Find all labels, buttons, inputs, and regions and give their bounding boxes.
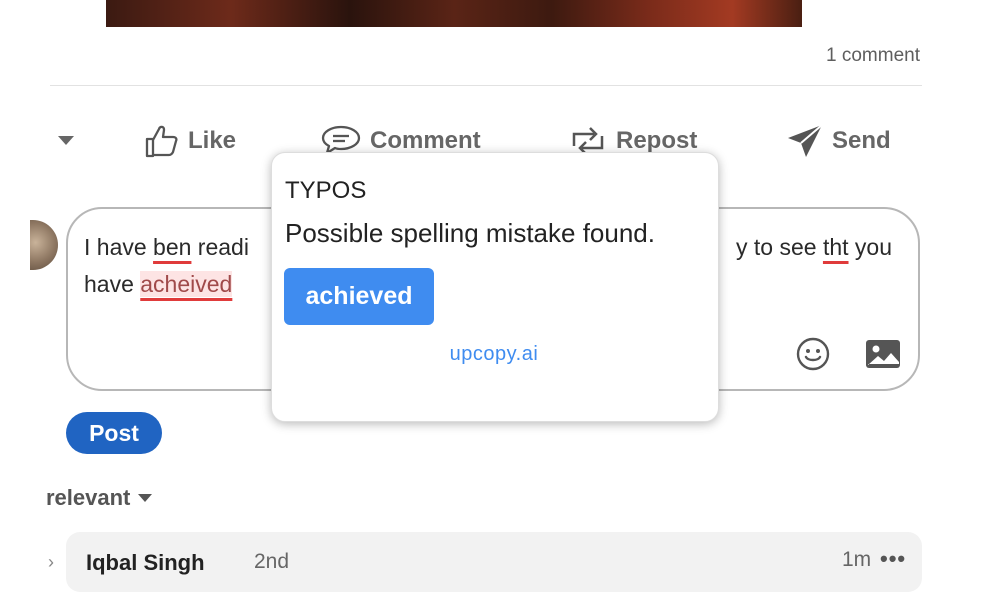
brand-link[interactable]: upcopy.ai	[271, 343, 717, 366]
popup-category: TYPOS	[285, 177, 367, 204]
emoji-button[interactable]	[795, 336, 831, 377]
sort-dropdown[interactable]: relevant	[46, 485, 153, 511]
image-button[interactable]	[864, 338, 902, 375]
reaction-dropdown-icon[interactable]	[58, 136, 74, 145]
more-options-icon[interactable]: •••	[880, 546, 906, 572]
misspelled-word[interactable]: ben	[153, 234, 191, 260]
text-segment: y to see	[736, 234, 823, 260]
send-icon	[788, 124, 823, 157]
avatar[interactable]	[30, 220, 58, 270]
text-segment: readi	[191, 234, 249, 260]
chevron-down-icon	[138, 494, 153, 502]
commenter-name[interactable]: Iqbal Singh	[86, 550, 205, 576]
suggestion-button[interactable]: achieved	[284, 268, 434, 325]
image-icon	[866, 340, 900, 368]
text-segment: have	[84, 271, 141, 297]
emoji-icon	[796, 337, 830, 371]
sort-label: relevant	[46, 485, 131, 510]
text-segment: you	[848, 234, 892, 260]
send-button[interactable]: Send	[786, 121, 891, 161]
connection-degree: 2nd	[254, 550, 290, 573]
misspelled-word-selected[interactable]: acheived	[140, 271, 233, 297]
popup-message: Possible spelling mistake found.	[285, 218, 655, 248]
comment-input-text-tail[interactable]: y to see tht you	[736, 229, 892, 266]
misspelled-word[interactable]: tht	[823, 234, 849, 260]
post-button[interactable]: Post	[66, 412, 162, 454]
divider	[50, 85, 922, 86]
send-label: Send	[832, 127, 891, 154]
text-segment: I have	[84, 234, 154, 260]
like-button[interactable]: Like	[142, 121, 236, 161]
repost-label: Repost	[616, 127, 698, 154]
thumbs-up-icon	[145, 125, 178, 158]
post-image	[106, 0, 802, 27]
like-label: Like	[188, 127, 237, 154]
comment-time: 1m	[842, 548, 872, 571]
comment-label: Comment	[370, 127, 481, 154]
comment-count[interactable]: 1 comment	[826, 45, 920, 67]
